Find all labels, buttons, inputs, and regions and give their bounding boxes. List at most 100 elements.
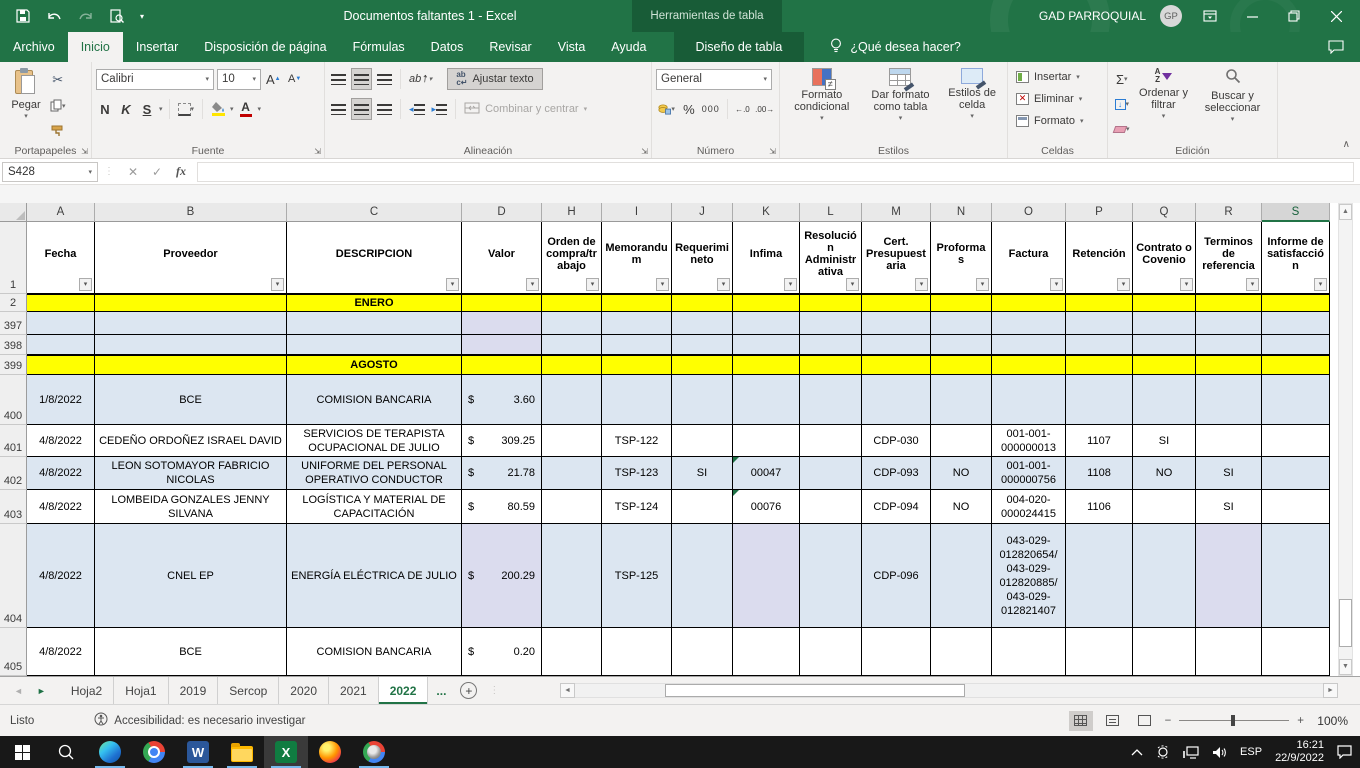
cell-S2[interactable] [1262,294,1330,312]
redo-icon[interactable] [78,10,94,23]
filter-button-R[interactable]: ▾ [1246,278,1259,291]
cell-O405[interactable] [992,628,1066,676]
taskbar-word-icon[interactable]: W [176,736,220,768]
cell-O401[interactable]: 001-001-000000013 [992,425,1066,457]
cell-M398[interactable] [862,335,931,355]
language-indicator[interactable]: ESP [1240,746,1262,758]
cell-N403[interactable]: NO [931,490,992,524]
cell-P2[interactable] [1066,294,1133,312]
sheet-tab-2022[interactable]: 2022 [379,677,429,704]
select-all-corner[interactable] [0,203,27,222]
cell-H401[interactable] [542,425,602,457]
cell-Q404[interactable] [1133,524,1196,628]
cell-D399[interactable] [462,355,542,375]
header-cell-R[interactable]: Terminos de referencia▾ [1196,222,1262,294]
horizontal-scrollbar[interactable]: ◄ ► [560,682,1338,698]
cell-M403[interactable]: CDP-094 [862,490,931,524]
cell-D400[interactable]: $3.60 [462,375,542,425]
cancel-entry-icon[interactable]: ✕ [121,165,145,179]
cell-B404[interactable]: CNEL EP [95,524,287,628]
merge-center-button[interactable]: Combinar y centrar ▾ [462,98,589,120]
cell-I404[interactable]: TSP-125 [602,524,672,628]
tab-archivo[interactable]: Archivo [0,32,68,62]
filter-button-M[interactable]: ▾ [915,278,928,291]
paste-button[interactable]: Pegar ▾ [4,66,48,142]
fill-color-dropdown[interactable]: ▾ [230,105,234,113]
cell-R402[interactable]: SI [1196,457,1262,490]
decrease-decimal-icon[interactable]: .00→ [754,98,775,120]
cell-H403[interactable] [542,490,602,524]
autosum-icon[interactable]: Σ▾ [1112,68,1132,90]
row-header-404[interactable]: 404 [0,524,27,628]
header-cell-P[interactable]: Retención▾ [1066,222,1133,294]
cell-C404[interactable]: ENERGÍA ELÉCTRICA DE JULIO [287,524,462,628]
minimize-button[interactable] [1238,2,1266,30]
taskbar-search-icon[interactable] [44,736,88,768]
cell-R398[interactable] [1196,335,1262,355]
taskbar-explorer-icon[interactable] [220,736,264,768]
header-cell-I[interactable]: Memorandum▾ [602,222,672,294]
cell-B401[interactable]: CEDEÑO ORDOÑEZ ISRAEL DAVID [95,425,287,457]
column-header-D[interactable]: D [462,203,542,222]
cell-H2[interactable] [542,294,602,312]
print-preview-icon[interactable] [110,9,124,23]
cell-J403[interactable] [672,490,733,524]
underline-dropdown[interactable]: ▾ [159,105,163,113]
cell-J399[interactable] [672,355,733,375]
cell-B400[interactable]: BCE [95,375,287,425]
cell-J402[interactable]: SI [672,457,733,490]
tab-datos[interactable]: Datos [418,32,477,62]
cell-C2[interactable]: ENERO [287,294,462,312]
filter-button-B[interactable]: ▾ [271,278,284,291]
comma-style-icon[interactable]: 000 [701,98,721,120]
cell-L405[interactable] [800,628,862,676]
cell-R2[interactable] [1196,294,1262,312]
sheet-nav-prev-icon[interactable]: ◄ [14,686,23,696]
header-cell-J[interactable]: Requerimineto▾ [672,222,733,294]
cell-O397[interactable] [992,312,1066,335]
cell-M402[interactable]: CDP-093 [862,457,931,490]
header-cell-H[interactable]: Orden de compra/trabajo▾ [542,222,602,294]
column-header-N[interactable]: N [931,203,992,222]
format-painter-icon[interactable] [48,120,68,142]
sheet-tab-2019[interactable]: 2019 [169,677,219,704]
row-header-403[interactable]: 403 [0,490,27,524]
cell-H398[interactable] [542,335,602,355]
cell-O403[interactable]: 004-020-000024415 [992,490,1066,524]
cell-C401[interactable]: SERVICIOS DE TERAPISTA OCUPACIONAL DE JU… [287,425,462,457]
cell-I403[interactable]: TSP-124 [602,490,672,524]
cell-H405[interactable] [542,628,602,676]
zoom-in-icon[interactable]: + [1297,715,1304,727]
cell-R400[interactable] [1196,375,1262,425]
cell-O398[interactable] [992,335,1066,355]
font-color-dropdown[interactable]: ▾ [258,105,262,113]
number-format-combo[interactable]: General▾ [656,69,772,90]
header-cell-C[interactable]: DESCRIPCION▾ [287,222,462,294]
filter-button-C[interactable]: ▾ [446,278,459,291]
cell-D401[interactable]: $309.25 [462,425,542,457]
cell-N402[interactable]: NO [931,457,992,490]
accounting-format-icon[interactable]: ▾ [656,98,677,120]
font-name-combo[interactable]: Calibri▾ [96,69,214,90]
cell-N397[interactable] [931,312,992,335]
cell-B403[interactable]: LOMBEIDA GONZALES JENNY SILVANA [95,490,287,524]
cell-K401[interactable] [733,425,800,457]
column-header-B[interactable]: B [95,203,287,222]
tray-chevron-icon[interactable] [1131,748,1143,756]
filter-button-J[interactable]: ▾ [717,278,730,291]
header-cell-M[interactable]: Cert. Presupuestaria▾ [862,222,931,294]
cell-D397[interactable] [462,312,542,335]
cell-I402[interactable]: TSP-123 [602,457,672,490]
filter-button-Q[interactable]: ▾ [1180,278,1193,291]
cell-L398[interactable] [800,335,862,355]
cell-A400[interactable]: 1/8/2022 [27,375,95,425]
qat-customize-icon[interactable]: ▾ [140,12,144,21]
column-header-P[interactable]: P [1066,203,1133,222]
cell-P405[interactable] [1066,628,1133,676]
horizontal-scroll-track[interactable] [575,683,1323,698]
cell-N404[interactable] [931,524,992,628]
cell-A405[interactable]: 4/8/2022 [27,628,95,676]
cell-M400[interactable] [862,375,931,425]
cell-styles-button[interactable]: Estilos de celda▾ [941,66,1003,125]
align-middle-icon[interactable] [351,68,372,90]
